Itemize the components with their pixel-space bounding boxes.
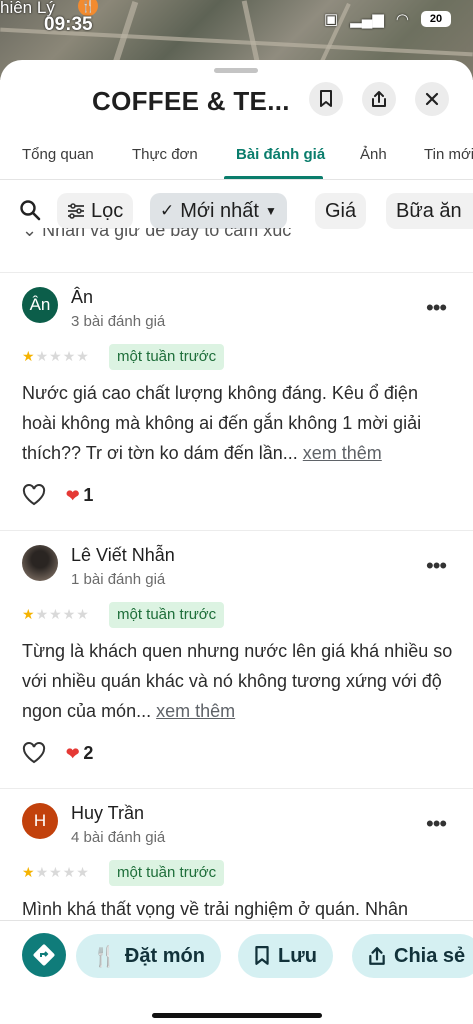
reviewer-name[interactable]: Huy Trần <box>71 803 144 824</box>
sort-chip[interactable]: ✓ Mới nhất ▼ <box>150 193 287 229</box>
share-button-label: Chia sẻ <box>394 944 466 967</box>
tune-icon <box>68 203 84 219</box>
star-rating: ★ ★ ★ ★ ★ <box>22 864 89 880</box>
reviewer-name[interactable]: Ân <box>71 287 93 308</box>
more-options-icon[interactable]: ••• <box>426 553 447 579</box>
tab-overview[interactable]: Tổng quan <box>22 146 94 163</box>
meal-chip[interactable]: Bữa ăn <box>386 193 473 229</box>
star-rating: ★ ★ ★ ★ ★ <box>22 348 89 364</box>
review-card: H Huy Trần 4 bài đánh giá ••• ★ ★ ★ ★ ★ một … <box>0 788 473 928</box>
review-time-badge: một tuần trước <box>109 860 225 886</box>
transit-icon: ▣ <box>324 11 339 28</box>
save-button-label: Lưu <box>278 944 317 967</box>
like-heart-icon[interactable] <box>22 484 46 506</box>
like-heart-icon[interactable] <box>22 742 46 764</box>
reviewer-name[interactable]: Lê Viết Nhẫn <box>71 545 175 566</box>
reaction-hint-text: Nhấn và giữ để bày tỏ cảm xúc <box>42 228 292 240</box>
active-tab-indicator <box>224 176 323 179</box>
save-place-button[interactable]: Lưu <box>238 934 333 978</box>
order-button[interactable]: 🍴 Đặt món <box>76 934 221 978</box>
share-icon <box>369 947 385 965</box>
more-options-icon[interactable]: ••• <box>426 295 447 321</box>
filter-chips: Lọc ✓ Mới nhất ▼ Giá Bữa ăn <box>0 188 473 232</box>
bookmark-icon <box>255 946 269 965</box>
review-text: Nước giá cao chất lượng không đáng. Kêu … <box>22 378 454 468</box>
more-options-icon[interactable]: ••• <box>426 811 447 837</box>
avatar[interactable]: Ân <box>22 287 58 323</box>
price-chip-label: Giá <box>325 199 357 222</box>
heart-reaction-icon: ❤ <box>66 745 80 763</box>
home-indicator[interactable] <box>152 1013 322 1018</box>
bookmark-icon <box>320 90 332 107</box>
avatar[interactable]: H <box>22 803 58 839</box>
tab-menu[interactable]: Thực đơn <box>132 146 198 163</box>
review-count: 1 bài đánh giá <box>71 571 166 588</box>
star-rating: ★ ★ ★ ★ ★ <box>22 606 89 622</box>
place-sheet: COFFEE & TE... Tổng quan Thực đơn Bài đá… <box>0 60 473 1024</box>
search-icon[interactable] <box>18 198 42 222</box>
avatar[interactable] <box>22 545 58 581</box>
review-text-content: Từng là khách quen nhưng nước lên giá kh… <box>22 641 453 721</box>
reaction-count: 1 <box>83 485 94 505</box>
price-chip[interactable]: Giá <box>315 193 367 229</box>
wifi-icon: ◠ <box>395 11 409 28</box>
sheet-grabber[interactable] <box>214 68 258 73</box>
battery-icon: 20 <box>421 11 451 27</box>
filter-chip-label: Lọc <box>91 199 124 222</box>
directions-button[interactable] <box>22 933 66 977</box>
see-more-link[interactable]: xem thêm <box>303 443 382 463</box>
review-count: 3 bài đánh giá <box>71 313 166 330</box>
status-time: 09:35 <box>44 14 93 35</box>
share-button[interactable] <box>362 82 396 116</box>
sort-chip-label: Mới nhất <box>180 199 259 222</box>
tab-reviews[interactable]: Bài đánh giá <box>236 146 325 163</box>
order-button-label: Đặt món <box>124 944 205 967</box>
tab-photos[interactable]: Ảnh <box>360 146 387 163</box>
review-card: Lê Viết Nhẫn 1 bài đánh giá ••• ★ ★ ★ ★ ★ mộ… <box>0 530 473 788</box>
status-icons: ▣ ▂▄▆ ◠ 20 <box>324 10 451 28</box>
tab-updates[interactable]: Tin mới <box>424 146 473 163</box>
check-icon: ✓ <box>160 201 175 220</box>
fork-knife-icon: 🍴 <box>92 945 117 968</box>
bottom-action-bar: 🍴 Đặt món Lưu Chia sẻ <box>0 920 473 1024</box>
reaction-hint: ⌄ Nhấn và giữ để bày tỏ cảm xúc <box>22 228 291 244</box>
reaction-summary[interactable]: ❤ 2 <box>66 743 93 764</box>
reaction-summary[interactable]: ❤ 1 <box>66 485 93 506</box>
save-button[interactable] <box>309 82 343 116</box>
heart-reaction-icon: ❤ <box>66 487 80 505</box>
tab-bar: Tổng quan Thực đơn Bài đánh giá Ảnh Tin … <box>0 134 473 180</box>
place-title: COFFEE & TE... <box>92 86 290 116</box>
review-time-badge: một tuần trước <box>109 602 225 628</box>
chevron-down-icon: ⌄ <box>22 228 38 240</box>
meal-chip-label: Bữa ăn <box>396 199 462 222</box>
filter-chip[interactable]: Lọc <box>57 193 134 229</box>
review-count: 4 bài đánh giá <box>71 829 166 846</box>
directions-icon <box>33 944 55 966</box>
review-text: Từng là khách quen nhưng nước lên giá kh… <box>22 636 454 726</box>
review-time-badge: một tuần trước <box>109 344 225 370</box>
see-more-link[interactable]: xem thêm <box>156 701 235 721</box>
reaction-count: 2 <box>83 743 94 763</box>
review-card: Ân Ân 3 bài đánh giá ••• ★ ★ ★ ★ ★ một tuần … <box>0 272 473 530</box>
share-icon <box>372 91 386 107</box>
close-icon <box>425 92 439 106</box>
close-button[interactable] <box>415 82 449 116</box>
signal-icon: ▂▄▆ <box>350 11 384 28</box>
share-place-button[interactable]: Chia sẻ <box>352 934 473 978</box>
dropdown-arrow-icon: ▼ <box>264 204 277 218</box>
